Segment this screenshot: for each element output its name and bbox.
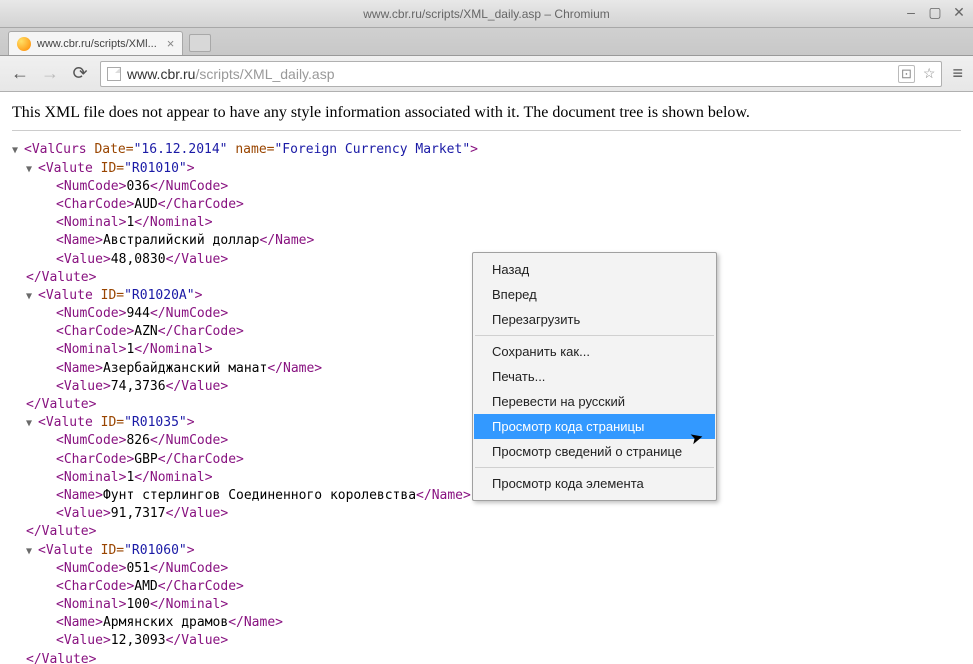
xml-root-open[interactable]: ▼<ValCurs Date="16.12.2014" name="Foreig… xyxy=(12,141,961,159)
context-menu-item[interactable]: Вперед xyxy=(474,282,715,307)
context-menu-item[interactable]: Перезагрузить xyxy=(474,307,715,332)
context-menu-item[interactable]: Просмотр кода страницы xyxy=(474,414,715,439)
address-bar[interactable]: www.cbr.ru/scripts/XML_daily.asp ⊡ ☆ xyxy=(100,61,942,87)
url-text: www.cbr.ru/scripts/XML_daily.asp xyxy=(127,66,334,82)
xml-field: <Name>Армянских драмов</Name> xyxy=(12,614,961,632)
collapse-toggle-icon[interactable]: ▼ xyxy=(26,417,38,431)
context-menu-item[interactable]: Перевести на русский xyxy=(474,389,715,414)
tab-bar: www.cbr.ru/scripts/XMl... × xyxy=(0,28,973,56)
page-icon xyxy=(107,67,121,81)
context-menu-separator xyxy=(475,467,714,468)
divider xyxy=(12,130,961,131)
collapse-toggle-icon[interactable]: ▼ xyxy=(12,144,24,158)
valute-open[interactable]: ▼<Valute ID="R01060"> xyxy=(12,542,961,560)
back-button[interactable]: ← xyxy=(10,64,30,84)
close-window-button[interactable]: ✕ xyxy=(951,4,967,20)
collapse-toggle-icon[interactable]: ▼ xyxy=(26,163,38,177)
url-path: /scripts/XML_daily.asp xyxy=(195,66,334,82)
forward-button[interactable]: → xyxy=(40,64,60,84)
xml-field: <NumCode>036</NumCode> xyxy=(12,178,961,196)
xml-field: <Name>Австралийский доллар</Name> xyxy=(12,232,961,250)
tab-close-button[interactable]: × xyxy=(167,36,175,51)
xml-field: <Nominal>100</Nominal> xyxy=(12,596,961,614)
browser-tab[interactable]: www.cbr.ru/scripts/XMl... × xyxy=(8,31,183,55)
valute-close: </Valute> xyxy=(12,651,961,664)
xml-field: <Value>12,3093</Value> xyxy=(12,632,961,650)
context-menu-item[interactable]: Назад xyxy=(474,257,715,282)
window-title: www.cbr.ru/scripts/XML_daily.asp – Chrom… xyxy=(363,7,610,21)
xml-field: <Value>91,7317</Value> xyxy=(12,505,961,523)
window-controls: – ▢ ✕ xyxy=(903,4,967,20)
context-menu: НазадВпередПерезагрузить Сохранить как...… xyxy=(472,252,717,501)
reload-button[interactable]: ⟳ xyxy=(70,64,90,84)
new-tab-button[interactable] xyxy=(189,34,211,52)
collapse-toggle-icon[interactable]: ▼ xyxy=(26,290,38,304)
xml-field: <NumCode>051</NumCode> xyxy=(12,560,961,578)
url-host: www.cbr.ru xyxy=(127,66,195,82)
context-menu-item[interactable]: Сохранить как... xyxy=(474,339,715,364)
context-menu-item[interactable]: Просмотр сведений о странице xyxy=(474,439,715,464)
valute-open[interactable]: ▼<Valute ID="R01010"> xyxy=(12,160,961,178)
xml-field: <CharCode>AMD</CharCode> xyxy=(12,578,961,596)
context-menu-item[interactable]: Печать... xyxy=(474,364,715,389)
maximize-button[interactable]: ▢ xyxy=(927,4,943,20)
valute-close: </Valute> xyxy=(12,523,961,541)
window-titlebar: www.cbr.ru/scripts/XML_daily.asp – Chrom… xyxy=(0,0,973,28)
collapse-toggle-icon[interactable]: ▼ xyxy=(26,545,38,559)
bookmark-star-icon[interactable]: ☆ xyxy=(923,65,936,82)
translate-icon[interactable]: ⊡ xyxy=(898,65,915,83)
minimize-button[interactable]: – xyxy=(903,4,919,20)
browser-menu-button[interactable]: ≡ xyxy=(952,63,963,84)
context-menu-separator xyxy=(475,335,714,336)
favicon-icon xyxy=(17,37,31,51)
xml-notice: This XML file does not appear to have an… xyxy=(12,102,961,124)
context-menu-item[interactable]: Просмотр кода элемента xyxy=(474,471,715,496)
xml-field: <CharCode>AUD</CharCode> xyxy=(12,196,961,214)
tab-title: www.cbr.ru/scripts/XMl... xyxy=(37,38,157,50)
nav-bar: ← → ⟳ www.cbr.ru/scripts/XML_daily.asp ⊡… xyxy=(0,56,973,92)
url-actions: ⊡ ☆ xyxy=(898,65,935,83)
xml-field: <Nominal>1</Nominal> xyxy=(12,214,961,232)
